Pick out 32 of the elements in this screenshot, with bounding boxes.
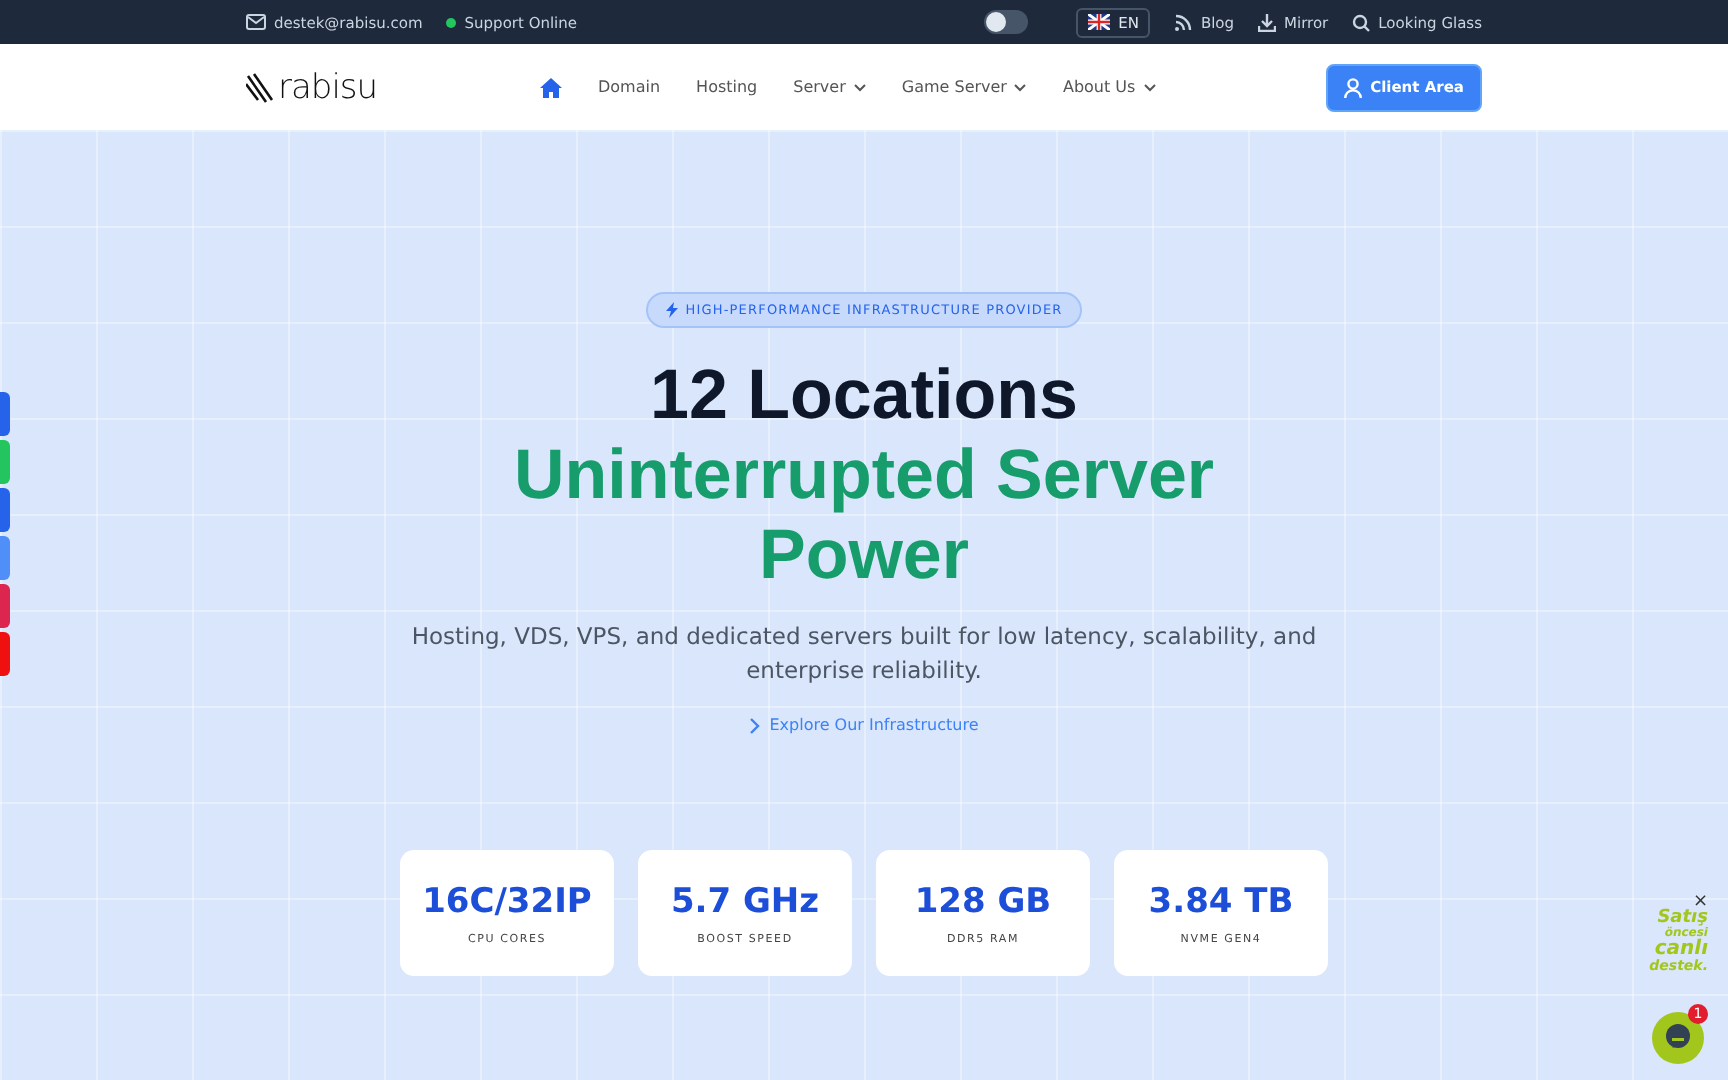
nav-item[interactable]: About Us (1062, 78, 1156, 96)
lightning-icon (665, 302, 678, 318)
logo-slashes-icon (246, 71, 278, 103)
nav-item[interactable]: Domain (598, 78, 661, 96)
download-icon (1258, 13, 1277, 31)
side-tab[interactable] (0, 632, 10, 676)
mail-icon (246, 14, 266, 30)
online-dot-icon (446, 17, 457, 27)
side-tab[interactable] (0, 392, 10, 436)
flag-icon (1088, 14, 1111, 30)
logo-text[interactable]: rabisu (278, 67, 378, 107)
rss-icon (1174, 13, 1193, 31)
nav-item[interactable]: Hosting (696, 78, 758, 96)
user-icon (1344, 77, 1363, 97)
chevron-icon (749, 717, 760, 733)
hero-description: Hosting, VDS, VPS, and dedicated servers built for low latency, scalability, and enterprise reliability. (409, 620, 1319, 688)
stat-value: 16C/32IP (422, 881, 592, 921)
side-tab[interactable] (0, 584, 10, 628)
theme-toggle[interactable] (984, 10, 1029, 34)
stat-value: 128 GB (914, 881, 1052, 921)
close-icon[interactable]: × (1692, 894, 1708, 912)
stat-value: 5.7 GHz (670, 881, 820, 921)
hero-highlight: Uninterrupted Server Power (511, 436, 1217, 596)
hero-title: 12 Locations (650, 356, 1078, 436)
chat-icon (1664, 1024, 1692, 1052)
nav-item[interactable]: Game Server (901, 78, 1027, 96)
side-tab[interactable] (0, 536, 10, 580)
stat-value: 3.84 TB (1148, 881, 1294, 921)
nav-item[interactable]: Server (793, 78, 866, 96)
search-icon (1352, 13, 1371, 31)
home-icon[interactable] (540, 77, 562, 97)
side-tab[interactable] (0, 488, 10, 532)
